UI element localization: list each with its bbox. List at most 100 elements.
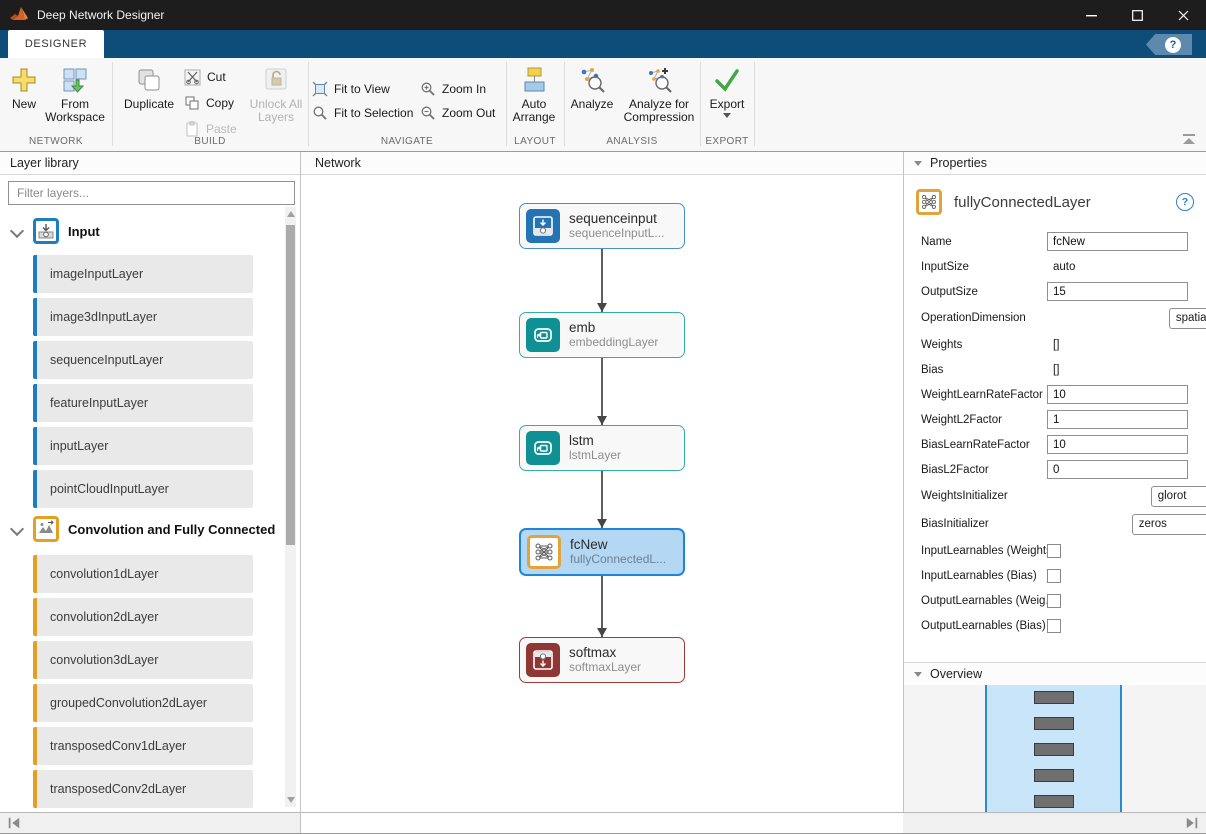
biasinitializer-dropdown[interactable]: zeros — [1132, 514, 1206, 535]
fit-to-selection-button[interactable]: Fit to Selection — [312, 102, 413, 124]
from-workspace-icon — [61, 64, 89, 96]
fit-to-view-icon — [312, 81, 328, 97]
bottom-bar — [0, 812, 1206, 834]
operationdimension-dropdown[interactable]: spatial-channel — [1169, 308, 1206, 329]
maximize-button[interactable] — [1114, 0, 1160, 30]
analyze-for-compression-button[interactable]: Analyze for Compression — [620, 64, 698, 124]
property-row: OutputLearnables (Weig... — [904, 588, 1206, 613]
biasl2factor-field[interactable] — [1047, 460, 1188, 479]
auto-arrange-button[interactable]: Auto Arrange — [508, 64, 560, 124]
inputlearnables-weights-checkbox[interactable] — [1047, 544, 1061, 558]
zoom-in-button[interactable]: Zoom In — [420, 78, 486, 100]
property-row: OutputLearnables (Bias) — [904, 613, 1206, 638]
tab-designer[interactable]: DESIGNER — [8, 30, 104, 58]
layer-item-convolution2dlayer[interactable]: convolution2dLayer — [33, 598, 253, 636]
property-row: InputSize auto — [904, 254, 1206, 279]
weightsinitializer-dropdown[interactable]: glorot — [1151, 486, 1206, 507]
network-canvas[interactable]: Network sequenceinput sequenceInputL... — [301, 152, 903, 812]
collapse-panel-right-icon[interactable] — [1185, 816, 1199, 830]
weightlearnratefactor-field[interactable] — [1047, 385, 1188, 404]
unlock-all-layers-button[interactable]: Unlock All Layers — [246, 64, 306, 124]
cut-button[interactable]: Cut — [184, 66, 226, 88]
biaslearnratefactor-field[interactable] — [1047, 435, 1188, 454]
convolution-section-icon — [33, 516, 59, 542]
analyze-icon — [578, 64, 606, 96]
fit-to-view-button[interactable]: Fit to View — [312, 78, 390, 100]
property-row: BiasInitializer zeros — [904, 510, 1206, 538]
input-section-icon — [33, 218, 59, 244]
collapse-ribbon-button[interactable] — [1182, 134, 1196, 146]
layer-library-scrollbar[interactable] — [285, 207, 296, 807]
node-lstm[interactable]: lstm lstmLayer — [519, 425, 685, 471]
property-row: WeightLearnRateFactor — [904, 382, 1206, 407]
layout-group-label: LAYOUT — [506, 136, 564, 147]
layer-type-title: fullyConnectedLayer — [954, 194, 1091, 211]
node-sequenceinput[interactable]: sequenceinput sequenceInputL... — [519, 203, 685, 249]
property-row: WeightL2Factor — [904, 407, 1206, 432]
layer-item-sequenceinputlayer[interactable]: sequenceInputLayer — [33, 341, 253, 379]
weightl2factor-field[interactable] — [1047, 410, 1188, 429]
inputlearnables-bias-checkbox[interactable] — [1047, 569, 1061, 583]
scrollbar-thumb[interactable] — [286, 225, 295, 545]
connection-arrow — [601, 358, 603, 425]
unlock-padlock-icon — [264, 64, 288, 96]
chevron-down-icon — [10, 224, 24, 238]
filter-layers-input[interactable] — [8, 181, 295, 205]
layer-item-groupedconvolution2dlayer[interactable]: groupedConvolution2dLayer — [33, 684, 253, 722]
overview-header[interactable]: Overview — [904, 662, 1206, 686]
from-workspace-button[interactable]: From Workspace — [42, 64, 108, 124]
network-canvas-header: Network — [301, 152, 903, 175]
outputlearnables-weights-checkbox[interactable] — [1047, 594, 1061, 608]
layer-item-inputlayer[interactable]: inputLayer — [33, 427, 253, 465]
minimap-node — [1034, 717, 1074, 730]
zoom-out-icon — [420, 105, 436, 121]
minimize-button[interactable] — [1068, 0, 1114, 30]
minimap-node — [1034, 743, 1074, 756]
layer-item-imageinputlayer[interactable]: imageInputLayer — [33, 255, 253, 293]
layer-item-transposedconv2dlayer[interactable]: transposedConv2dLayer — [33, 770, 253, 808]
scroll-up-arrow-icon[interactable] — [287, 211, 295, 217]
copy-button[interactable]: Copy — [184, 92, 234, 114]
connection-arrow — [601, 249, 603, 312]
weights-value: [] — [1047, 339, 1059, 351]
overview-minimap[interactable] — [904, 685, 1206, 812]
duplicate-button[interactable]: Duplicate — [116, 64, 182, 111]
name-field[interactable] — [1047, 232, 1188, 251]
minimap-node — [1034, 795, 1074, 808]
layer-type-title-row: fullyConnectedLayer ? — [916, 186, 1194, 218]
property-row: Weights [] — [904, 332, 1206, 357]
layer-item-transposedconv1dlayer[interactable]: transposedConv1dLayer — [33, 727, 253, 765]
section-header-input[interactable]: Input — [0, 215, 300, 247]
group-divider — [700, 62, 701, 146]
group-divider — [564, 62, 565, 146]
new-button[interactable]: New — [6, 64, 42, 111]
fully-connected-layer-icon — [916, 189, 942, 215]
embedding-layer-icon — [526, 318, 560, 352]
outputsize-field[interactable] — [1047, 282, 1188, 301]
node-softmax[interactable]: softmax softmaxLayer — [519, 637, 685, 683]
analyze-button[interactable]: Analyze — [566, 64, 618, 111]
help-button[interactable]: ? — [1146, 34, 1192, 55]
lstm-layer-icon — [526, 431, 560, 465]
close-button[interactable] — [1160, 0, 1206, 30]
outputlearnables-bias-checkbox[interactable] — [1047, 619, 1061, 633]
node-emb[interactable]: emb embeddingLayer — [519, 312, 685, 358]
export-button[interactable]: Export — [702, 64, 752, 118]
layer-item-convolution1dlayer[interactable]: convolution1dLayer — [33, 555, 253, 593]
layer-item-image3dinputlayer[interactable]: image3dInputLayer — [33, 298, 253, 336]
zoom-out-button[interactable]: Zoom Out — [420, 102, 495, 124]
layer-item-convolution3dlayer[interactable]: convolution3dLayer — [33, 641, 253, 679]
navigate-group-label: NAVIGATE — [308, 136, 506, 147]
scroll-down-arrow-icon[interactable] — [287, 797, 295, 803]
fully-connected-layer-icon — [527, 535, 561, 569]
layer-item-featureinputlayer[interactable]: featureInputLayer — [33, 384, 253, 422]
right-panel-bottom-strip — [903, 812, 1206, 833]
collapse-panel-left-icon[interactable] — [7, 816, 21, 830]
fit-to-selection-magnifier-icon — [312, 105, 328, 121]
layer-item-pointcloudinputlayer[interactable]: pointCloudInputLayer — [33, 470, 253, 508]
node-fcnew[interactable]: fcNew fullyConnectedL... — [519, 528, 685, 576]
properties-header[interactable]: Properties — [904, 152, 1206, 175]
ribbon-toolbar: New From Workspace NETWORK D — [0, 58, 1206, 152]
help-icon[interactable]: ? — [1176, 193, 1194, 211]
section-header-convolution[interactable]: Convolution and Fully Connected — [0, 513, 300, 545]
